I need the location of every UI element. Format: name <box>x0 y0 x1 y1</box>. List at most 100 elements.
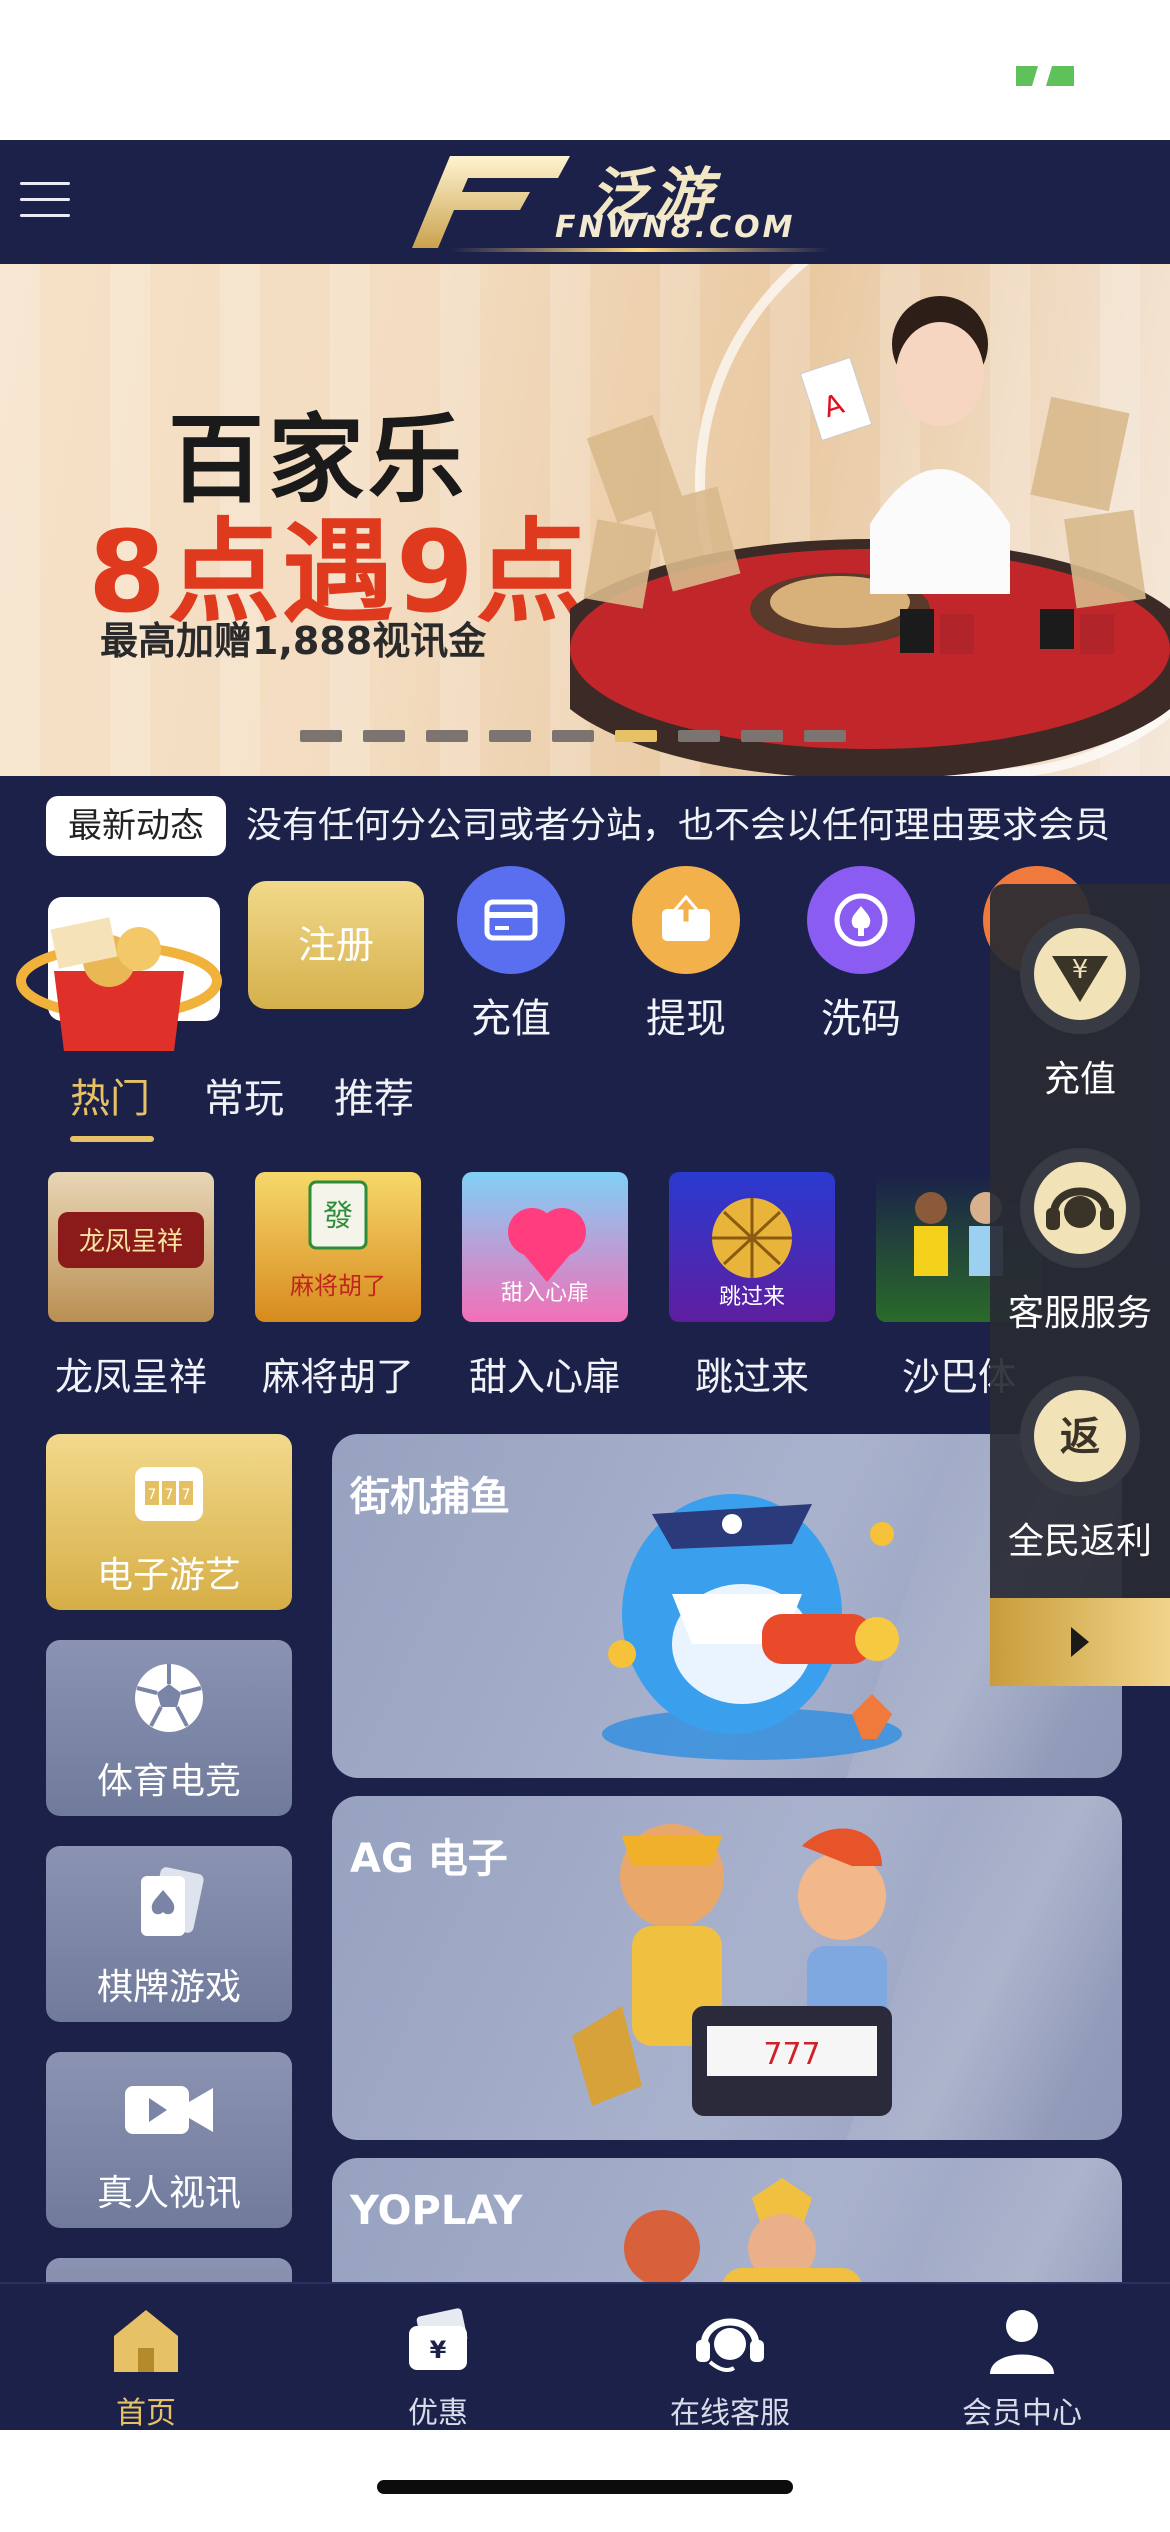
svg-text:跳过来: 跳过来 <box>719 1285 785 1310</box>
float-rebate[interactable]: 返 全民返利 <box>990 1376 1170 1564</box>
svg-text:7: 7 <box>165 1487 174 1503</box>
nav-label: 在线客服 <box>670 2396 790 2431</box>
svg-text:¥: ¥ <box>430 2336 447 2364</box>
video-camera-icon <box>46 2070 292 2150</box>
provider-card-title: YOPLAY <box>350 2188 523 2234</box>
category-electronic-games[interactable]: 777 电子游艺 <box>46 1434 292 1610</box>
news-tag[interactable]: 最新动态 <box>46 796 226 856</box>
float-customer-service[interactable]: 客服服务 <box>990 1148 1170 1336</box>
tab-hot[interactable]: 热门 <box>70 1066 150 1124</box>
game-thumbnail: 甜入心扉 <box>462 1172 628 1322</box>
carousel-dot[interactable] <box>552 730 594 742</box>
game-thumbnail: 龙凤呈祥 <box>48 1172 214 1322</box>
carousel-dot[interactable] <box>678 730 720 742</box>
nav-online-support[interactable]: 在线客服 <box>630 2302 830 2432</box>
svg-text:甜入心扉: 甜入心扉 <box>501 1281 589 1306</box>
svg-text:777: 777 <box>763 2037 820 2072</box>
category-live-casino[interactable]: 真人视讯 <box>46 2052 292 2228</box>
rebate-wash-action[interactable]: 洗码 <box>796 866 926 1046</box>
svg-text:麻将胡了: 麻将胡了 <box>290 1272 386 1300</box>
game-item[interactable]: 發麻将胡了 麻将胡了 <box>253 1172 423 1401</box>
red-envelope-icon <box>16 917 222 1051</box>
menu-line <box>20 214 70 217</box>
news-marquee-text[interactable]: 没有任何分公司或者分站，也不会以任何理由要求会员 <box>246 796 1146 856</box>
svg-text:龙凤呈祥: 龙凤呈祥 <box>79 1227 183 1257</box>
menu-line <box>20 198 70 201</box>
logo[interactable]: 泛游 FNWN8.COM <box>410 148 860 258</box>
tab-recommended[interactable]: 推荐 <box>334 1066 414 1124</box>
monkey-king-slots-illustration: 777 <box>572 1824 892 2116</box>
game-name: 甜入心扉 <box>468 1355 621 1399</box>
carousel-dot[interactable] <box>741 730 783 742</box>
withdraw-label: 提现 <box>646 996 726 1042</box>
gift-bonus-widget[interactable] <box>14 881 224 1061</box>
provider-card-ag[interactable]: AG 电子 777 <box>332 1796 1122 2140</box>
float-deposit-label: 充值 <box>1043 1059 1116 1100</box>
news-ticker: 最新动态 没有任何分公司或者分站，也不会以任何理由要求会员 <box>0 776 1170 866</box>
withdraw-icon <box>632 866 740 974</box>
provider-card-yoplay[interactable]: YOPLAY <box>332 2158 1122 2282</box>
nav-member-center[interactable]: 会员中心 <box>922 2302 1122 2432</box>
wallet-icon: ¥ <box>338 2302 538 2380</box>
yoplay-characters-illustration <box>624 2178 862 2282</box>
bottom-nav: 首页 ¥ 优惠 在线客服 会员中心 <box>0 2282 1170 2432</box>
float-customer-service-label: 客服服务 <box>1007 1293 1152 1334</box>
category-sports-esports[interactable]: 体育电竞 <box>46 1640 292 1816</box>
carousel-dot[interactable] <box>804 730 846 742</box>
game-item[interactable]: 甜入心扉 甜入心扉 <box>460 1172 630 1401</box>
user-icon <box>922 2302 1122 2380</box>
app-header: 泛游 FNWN8.COM <box>0 140 1170 264</box>
carousel-dot-active[interactable] <box>615 730 657 742</box>
cards-icon <box>46 1864 292 1944</box>
nav-label: 会员中心 <box>962 2396 1082 2431</box>
yen-down-icon: ¥ <box>1020 914 1140 1034</box>
svg-text:返: 返 <box>1060 1414 1100 1460</box>
carousel-dot[interactable] <box>300 730 342 742</box>
svg-text:發: 發 <box>323 1199 353 1234</box>
rebate-icon: 返 <box>1020 1376 1140 1496</box>
float-rebate-label: 全民返利 <box>1007 1521 1152 1562</box>
carousel-dot[interactable] <box>489 730 531 742</box>
game-thumbnail: 發麻将胡了 <box>255 1172 421 1322</box>
headset-icon <box>1020 1148 1140 1268</box>
game-item[interactable]: 龙凤呈祥 龙凤呈祥 <box>46 1172 216 1401</box>
nav-label: 优惠 <box>408 2396 468 2431</box>
menu-line <box>20 182 70 185</box>
category-label: 棋牌游戏 <box>96 1967 241 2008</box>
category-more[interactable] <box>46 2258 292 2282</box>
shark-pirate-illustration <box>602 1494 902 1760</box>
promo-banner[interactable]: 百家乐 8点遇9点 最高加赠1,888视讯金 A <box>0 264 1170 776</box>
game-item[interactable]: 跳过来 跳过来 <box>667 1172 837 1401</box>
category-label: 电子游艺 <box>96 1555 241 1596</box>
tab-frequent[interactable]: 常玩 <box>204 1066 284 1124</box>
provider-card-title: AG 电子 <box>350 1836 508 1882</box>
banner-promo-text: 最高加赠1,888视讯金 <box>100 619 487 663</box>
card-icon <box>457 866 565 974</box>
category-card-games[interactable]: 棋牌游戏 <box>46 1846 292 2022</box>
nav-promotions[interactable]: ¥ 优惠 <box>338 2302 538 2432</box>
app-root: 泛游 FNWN8.COM 百家乐 8点遇9点 最高加赠1,888视讯金 A 最新… <box>0 0 1170 2532</box>
carousel-dot[interactable] <box>426 730 468 742</box>
game-name: 麻将胡了 <box>261 1355 414 1399</box>
play-arrow-icon <box>1071 1627 1089 1657</box>
category-label: 体育电竞 <box>96 1761 241 1802</box>
game-thumbnail: 跳过来 <box>669 1172 835 1322</box>
provider-card-title: 街机捕鱼 <box>350 1474 510 1520</box>
active-tab-indicator <box>70 1136 154 1142</box>
float-collapse-button[interactable] <box>990 1598 1170 1686</box>
game-name: 龙凤呈祥 <box>54 1355 207 1399</box>
home-icon <box>46 2302 246 2380</box>
rebate-wash-label: 洗码 <box>821 996 901 1042</box>
logo-domain: FNWN8.COM <box>555 210 796 245</box>
nav-label: 首页 <box>116 2396 176 2431</box>
register-button[interactable]: 注册 <box>248 881 424 1009</box>
menu-button[interactable] <box>20 182 70 222</box>
float-deposit[interactable]: ¥ 充值 <box>990 914 1170 1102</box>
status-bar <box>0 0 1170 140</box>
deposit-action[interactable]: 充值 <box>446 866 576 1046</box>
nav-home[interactable]: 首页 <box>46 2302 246 2432</box>
carousel-dot[interactable] <box>363 730 405 742</box>
game-name: 跳过来 <box>694 1355 809 1399</box>
home-indicator[interactable] <box>377 2480 793 2494</box>
withdraw-action[interactable]: 提现 <box>621 866 751 1046</box>
